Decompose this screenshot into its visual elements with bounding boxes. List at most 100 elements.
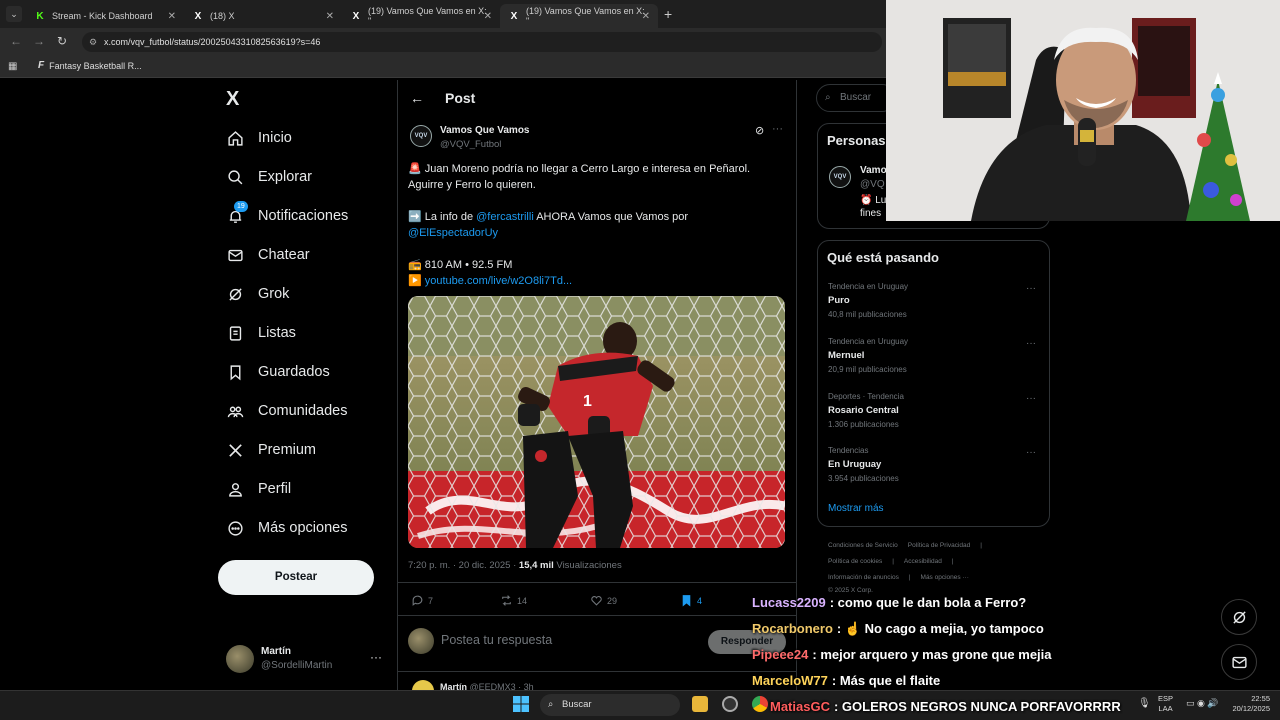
repost-button[interactable]: 14	[500, 594, 527, 607]
footer-link[interactable]: Accesibilidad	[904, 558, 942, 565]
post-time[interactable]: 7:20 p. m. · 20 dic. 2025 ·	[408, 560, 519, 571]
apps-grid-icon[interactable]: ▦	[8, 61, 17, 72]
account-more-icon[interactable]: ···	[370, 650, 382, 664]
nav-item-listas[interactable]: Listas	[226, 324, 296, 342]
file-explorer-icon[interactable]	[692, 696, 708, 712]
footer-link[interactable]: Información de anuncios	[828, 574, 899, 581]
tab-search-button[interactable]: ⌄	[6, 6, 22, 22]
nav-item-comunidades[interactable]: Comunidades	[226, 402, 347, 420]
post-photo[interactable]: 1	[408, 296, 785, 548]
bookmark-count: 4	[697, 595, 703, 606]
relevant-people-title: Personas	[827, 133, 886, 148]
new-tab-button[interactable]: +	[664, 6, 672, 22]
chat-username: Lucass2209	[752, 595, 826, 610]
chat-text: : GOLEROS NEGROS NUNCA PORFAVORRRR	[833, 699, 1121, 714]
obs-icon[interactable]	[722, 696, 738, 712]
chat-text: : como que le dan bola a Ferro?	[829, 595, 1027, 610]
show-more-link[interactable]: Mostrar más	[828, 503, 884, 514]
account-avatar[interactable]	[226, 645, 254, 673]
grok-floating-button[interactable]	[1221, 599, 1257, 635]
clock-time: 22:55	[1251, 694, 1270, 703]
kick-icon: K	[36, 10, 44, 22]
post-text-line: ➡️ La info de @fercastrilli AHORA Vamos …	[408, 209, 688, 225]
back-arrow-icon[interactable]: ←	[410, 90, 424, 106]
list-icon	[226, 324, 244, 342]
nav-item-guardados[interactable]: Guardados	[226, 363, 330, 381]
youtube-link[interactable]: youtube.com/live/w2O8li7Td...	[425, 275, 572, 287]
nav-item-notificaciones[interactable]: 19 Notificaciones	[226, 201, 348, 225]
author-handle[interactable]: @VQV_Futbol	[440, 139, 501, 150]
footer-link[interactable]: Política de Privacidad	[908, 542, 971, 549]
chat-text: : mejor arquero y mas grone que mejia	[812, 647, 1052, 662]
nav-label: Explorar	[258, 169, 312, 185]
trend-name[interactable]: Mernuel	[828, 350, 864, 361]
relevant-avatar[interactable]: VQV	[829, 166, 851, 188]
close-icon[interactable]: ✕	[484, 11, 492, 22]
bookmark-label: Fantasy Basketball R...	[49, 60, 142, 71]
bookmark-button[interactable]: 4	[680, 594, 702, 607]
address-bar[interactable]: ⚙ x.com/vqv_futbol/status/20025043310825…	[82, 32, 882, 52]
site-info-icon[interactable]: ⚙	[89, 32, 97, 52]
nav-label: Guardados	[258, 364, 330, 380]
browser-tab-post-active[interactable]: X (19) Vamos Que Vamos en X: " ✕	[500, 4, 658, 28]
author-name[interactable]: Vamos Que Vamos	[440, 125, 530, 136]
trend-name[interactable]: Rosario Central	[828, 405, 899, 416]
search-icon: ⌕	[548, 699, 554, 710]
clock[interactable]: 22:55 20/12/2025	[1224, 694, 1270, 714]
grok-icon[interactable]: ⊘	[755, 124, 764, 137]
mention-link[interactable]: @ElEspectadorUy	[408, 227, 498, 239]
bookmark-item[interactable]: F Fantasy Basketball R...	[38, 60, 142, 71]
trend-more-icon[interactable]: ···	[1026, 283, 1036, 294]
back-arrow-icon[interactable]: ←	[10, 34, 22, 48]
repost-count: 14	[517, 595, 528, 606]
footer-link[interactable]: Más opciones ···	[921, 574, 969, 581]
nav-item-inicio[interactable]: Inicio	[226, 129, 292, 147]
browser-tab-x[interactable]: X (18) X ✕	[184, 4, 342, 28]
browser-tab-kick[interactable]: K Stream - Kick Dashboard ✕	[26, 4, 184, 28]
windows-start-icon[interactable]	[513, 696, 529, 712]
messages-floating-button[interactable]	[1221, 644, 1257, 680]
close-icon[interactable]: ✕	[326, 11, 334, 22]
trend-more-icon[interactable]: ···	[1026, 447, 1036, 458]
author-avatar[interactable]: VQV	[410, 125, 432, 147]
forward-arrow-icon[interactable]: →	[33, 34, 45, 48]
nav-item-mas-opciones[interactable]: Más opciones	[226, 519, 347, 537]
post-text-line: ▶️ youtube.com/live/w2O8li7Td...	[408, 273, 572, 289]
chat-message: Rocarbonero: ☝️ No cago a mejia, yo tamp…	[752, 621, 1044, 637]
reply-input[interactable]: Postea tu respuesta	[441, 633, 552, 647]
close-icon[interactable]: ✕	[642, 11, 650, 22]
x-home-logo[interactable]: X	[226, 88, 239, 111]
nav-item-chatear[interactable]: Chatear	[226, 246, 310, 264]
nav-item-grok[interactable]: Grok	[226, 285, 289, 303]
taskbar-search[interactable]: ⌕ Buscar	[540, 694, 680, 716]
search-icon	[226, 168, 244, 186]
like-button[interactable]: 29	[590, 594, 617, 607]
browser-tab-post[interactable]: X (19) Vamos Que Vamos en X: " ✕	[342, 4, 500, 28]
close-icon[interactable]: ✕	[168, 11, 176, 22]
nav-label: Más opciones	[258, 520, 348, 536]
nav-item-perfil[interactable]: Perfil	[226, 480, 291, 498]
like-count: 29	[607, 595, 618, 606]
mention-link[interactable]: @fercastrilli	[476, 211, 534, 223]
nav-label: Inicio	[258, 130, 292, 146]
relevant-name[interactable]: Vamo	[860, 165, 887, 176]
footer-link[interactable]: Política de cookies	[828, 558, 882, 565]
reload-icon[interactable]: ↻	[57, 34, 67, 48]
search-icon: ⌕	[825, 92, 831, 103]
post-text-line: Aguirre y Ferro lo quieren.	[408, 179, 536, 191]
search-input[interactable]: ⌕ Buscar	[816, 84, 896, 112]
trend-more-icon[interactable]: ···	[1026, 393, 1036, 404]
trend-name[interactable]: Puro	[828, 295, 850, 306]
language-indicator[interactable]: ESP LAA	[1158, 694, 1173, 714]
microphone-icon[interactable]: 🎙	[1138, 699, 1151, 709]
nav-item-explorar[interactable]: Explorar	[226, 168, 312, 186]
nav-item-premium[interactable]: Premium	[226, 441, 316, 459]
tray-icons[interactable]: ▭ ◉ 🔊	[1186, 698, 1219, 709]
x-icon	[226, 441, 244, 459]
post-more-icon[interactable]: ···	[772, 123, 783, 135]
post-compose-button[interactable]: Postear	[218, 560, 374, 595]
trend-name[interactable]: En Uruguay	[828, 459, 881, 470]
reply-button[interactable]: 7	[411, 594, 433, 607]
trend-more-icon[interactable]: ···	[1026, 338, 1036, 349]
footer-link[interactable]: Condiciones de Servicio	[828, 542, 898, 549]
